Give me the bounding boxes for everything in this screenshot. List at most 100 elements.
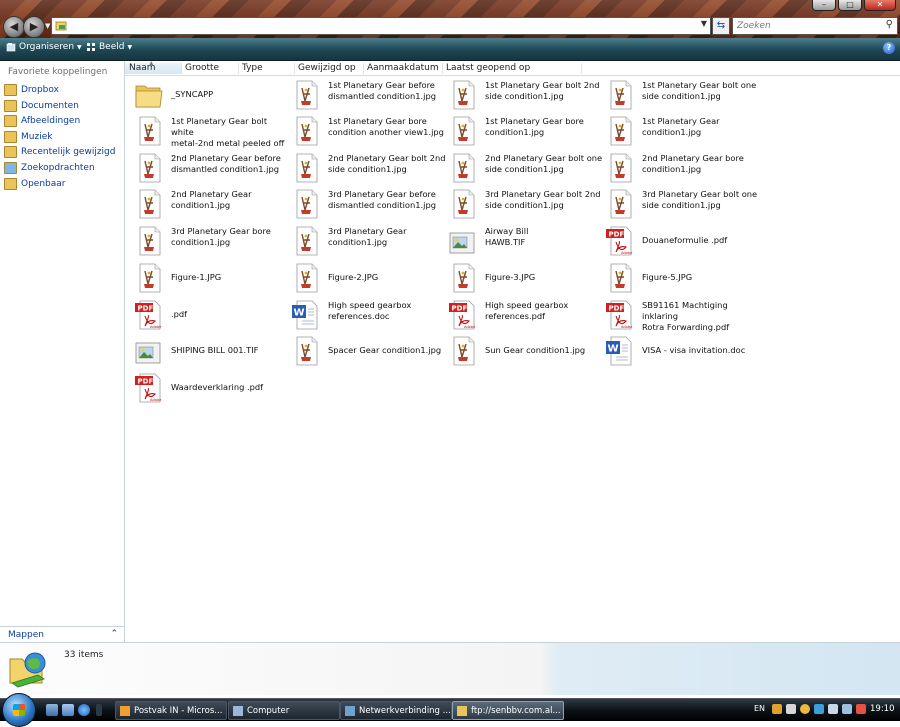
file-name: 1st Planetary Gear bolt 2nd side conditi…	[485, 80, 600, 101]
show-desktop-icon[interactable]	[46, 704, 58, 716]
search-icon[interactable]: ⚲	[886, 19, 893, 30]
file-item[interactable]: W High speed gearbox references.doc	[286, 297, 441, 333]
jpg-file-icon	[447, 335, 479, 367]
language-indicator[interactable]: EN	[754, 704, 765, 713]
sidebar-item-afbeeldingen[interactable]: Afbeeldingen	[4, 114, 80, 128]
tray-icon-2[interactable]	[786, 704, 796, 714]
file-item[interactable]: 2nd Planetary Gear bolt 2nd side conditi…	[286, 150, 446, 186]
volume-tray-icon[interactable]	[842, 704, 852, 714]
file-item[interactable]: 2nd Planetary Gear before dismantled con…	[129, 150, 284, 186]
sidebar-item-label: Recentelijk gewijzigd	[21, 147, 116, 158]
file-item[interactable]: Figure-3.JPG	[443, 260, 598, 296]
maximize-button[interactable]: □	[838, 0, 862, 11]
file-item[interactable]: PDF Adobe SB91161 Machtiging inklaring Rot…	[600, 297, 755, 333]
search-box[interactable]: ⚲	[732, 17, 898, 35]
jpg-file-icon	[290, 152, 322, 184]
sidebar-item-zoekopdrachten[interactable]: Zoekopdrachten	[4, 161, 95, 175]
back-button[interactable]: ◀	[3, 16, 25, 38]
recent-icon	[4, 146, 17, 159]
folder-file-icon	[133, 79, 165, 111]
internet-explorer-icon[interactable]	[78, 704, 90, 716]
file-item[interactable]: PDF Adobe Waardeverklaring .pdf	[129, 370, 284, 406]
jpg-file-icon	[133, 225, 165, 257]
taskbar-button[interactable]: Computer	[228, 701, 340, 720]
file-item[interactable]: SHIPING BILL 001.TIF	[129, 333, 284, 369]
sidebar-item-muziek[interactable]: Muziek	[4, 130, 52, 144]
sidebar-item-documenten[interactable]: Documenten	[4, 99, 79, 113]
file-item[interactable]: 1st Planetary Gear before dismantled con…	[286, 77, 441, 113]
file-item[interactable]: Airway Bill HAWB.TIF	[443, 223, 598, 259]
taskbar-button[interactable]: ftp://senbbv.com.al...	[452, 701, 564, 720]
tray-icon-1[interactable]	[772, 704, 782, 714]
file-item[interactable]: _SYNCAPP	[129, 77, 284, 113]
file-item[interactable]: Sun Gear condition1.jpg	[443, 333, 598, 369]
file-item[interactable]: 1st Planetary Gear bore condition1.jpg	[443, 113, 598, 149]
taskbar-button[interactable]: Postvak IN - Micros...	[115, 701, 227, 720]
tray-icon-4[interactable]	[814, 704, 824, 714]
file-item[interactable]: Figure-5.JPG	[600, 260, 755, 296]
minimize-button[interactable]: –	[812, 0, 836, 11]
file-item[interactable]: W VISA - visa invitation.doc	[600, 333, 755, 369]
quicklaunch-more-icon[interactable]	[96, 704, 102, 716]
file-name: SB91161 Machtiging inklaring Rotra Forwa…	[642, 300, 730, 332]
network-tray-icon[interactable]	[828, 704, 838, 714]
column-header-gewijzigd-op[interactable]: Gewijzigd op	[294, 63, 364, 74]
address-dropdown-icon[interactable]: ▼	[701, 19, 707, 28]
file-item[interactable]: 1st Planetary Gear bolt white metal-2nd …	[129, 113, 284, 159]
history-dropdown-icon[interactable]: ▼	[45, 22, 50, 30]
forward-button[interactable]: ▶	[23, 16, 45, 38]
file-item[interactable]: 3rd Planetary Gear bolt one side conditi…	[600, 186, 757, 222]
file-item[interactable]: PDF Adobe Douaneformulie .pdf	[600, 223, 755, 259]
file-item[interactable]: Spacer Gear condition1.jpg	[286, 333, 441, 369]
file-item[interactable]: PDF Adobe .pdf	[129, 297, 284, 333]
search-input[interactable]	[733, 18, 881, 34]
file-item[interactable]: 3rd Planetary Gear bore condition1.jpg	[129, 223, 284, 259]
organize-button[interactable]: Organiseren ▼	[6, 42, 82, 52]
refresh-button[interactable]: ⇆	[712, 17, 730, 35]
column-header-type[interactable]: Type	[238, 63, 295, 74]
file-item[interactable]: 1st Planetary Gear condition1.jpg	[600, 113, 755, 149]
folders-toggle[interactable]: Mappen ⌃	[0, 626, 124, 643]
tif-file-icon	[447, 225, 479, 257]
file-name: High speed gearbox references.pdf	[485, 300, 569, 321]
file-item[interactable]: 2nd Planetary Gear bolt one side conditi…	[443, 150, 602, 186]
start-button[interactable]	[2, 693, 36, 727]
close-button[interactable]: ✕	[864, 0, 896, 11]
switch-windows-icon[interactable]	[62, 704, 74, 716]
file-item[interactable]: 3rd Planetary Gear condition1.jpg	[286, 223, 441, 259]
help-icon[interactable]: ?	[883, 42, 895, 54]
security-tray-icon[interactable]	[856, 704, 866, 714]
file-item[interactable]: 3rd Planetary Gear bolt 2nd side conditi…	[443, 186, 601, 222]
view-button[interactable]: Beeld ▼	[86, 42, 132, 52]
file-item[interactable]: Figure-1.JPG	[129, 260, 284, 296]
column-header-aanmaakdatum[interactable]: Aanmaakdatum	[363, 63, 443, 74]
file-item[interactable]: 1st Planetary Gear bolt 2nd side conditi…	[443, 77, 600, 113]
taskbar-button[interactable]: Netwerkverbinding ...	[340, 701, 452, 720]
sidebar-item-recentelijk-gewijzigd[interactable]: Recentelijk gewijzigd	[4, 145, 115, 159]
search-folder-icon	[4, 162, 17, 174]
chevron-down-icon: ▼	[127, 43, 133, 51]
file-item[interactable]: 2nd Planetary Gear condition1.jpg	[129, 186, 284, 222]
file-item[interactable]: 1st Planetary Gear bore condition anothe…	[286, 113, 444, 149]
chevron-down-icon: ▼	[77, 43, 82, 51]
file-item[interactable]: PDF Adobe High speed gearbox references.pd…	[443, 297, 598, 333]
file-item[interactable]: 1st Planetary Gear bolt one side conditi…	[600, 77, 756, 113]
sidebar-item-dropbox[interactable]: Dropbox	[4, 83, 59, 97]
column-header-laatst-geopend-op[interactable]: Laatst geopend op	[442, 63, 582, 74]
column-header-naam[interactable]: Naam ▲	[125, 60, 182, 74]
clock[interactable]: 19:10	[870, 704, 895, 714]
item-count: 33 items	[64, 650, 104, 660]
file-item[interactable]: 2nd Planetary Gear bore condition1.jpg	[600, 150, 755, 186]
pdf-file-icon: PDF Adobe	[604, 299, 636, 331]
organize-icon	[6, 43, 16, 52]
file-name: Figure-5.JPG	[642, 272, 693, 282]
svg-text:PDF: PDF	[138, 377, 154, 385]
column-header-grootte[interactable]: Grootte	[181, 63, 239, 74]
window-controls: – □ ✕	[810, 0, 896, 11]
jpg-file-icon	[133, 188, 165, 220]
file-item[interactable]: Figure-2.JPG	[286, 260, 441, 296]
address-bar[interactable]: ▼	[51, 17, 711, 35]
sidebar-item-openbaar[interactable]: Openbaar	[4, 177, 65, 191]
tray-icon-3[interactable]	[800, 704, 810, 714]
file-item[interactable]: 3rd Planetary Gear before dismantled con…	[286, 186, 441, 222]
